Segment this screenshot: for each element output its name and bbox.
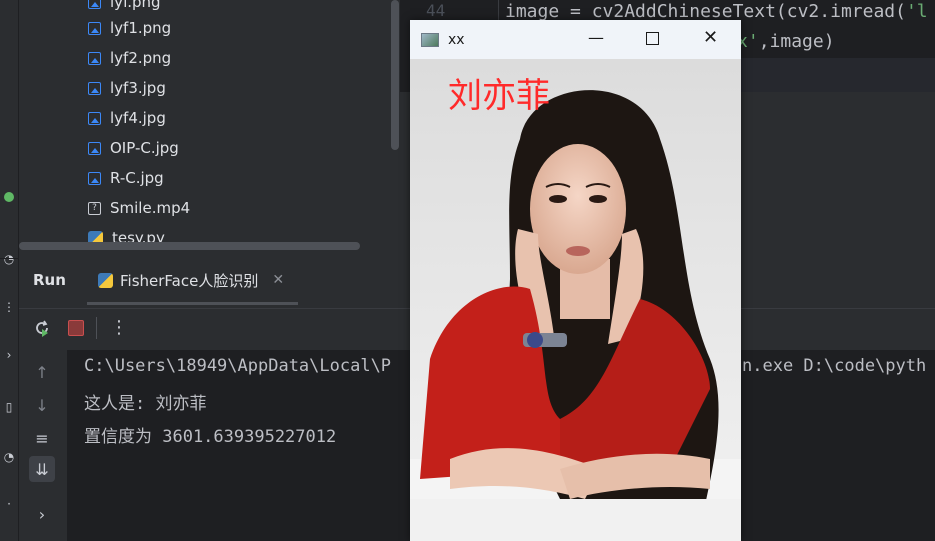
stop-icon[interactable] <box>68 320 84 336</box>
window-app-icon <box>421 32 439 47</box>
minimize-icon[interactable]: — <box>588 28 604 47</box>
file-name: lyf4.jpg <box>110 109 166 127</box>
line-number: 44 <box>426 1 446 20</box>
expand-icon[interactable]: › <box>29 501 55 527</box>
image-file-icon <box>88 111 101 125</box>
overlay-label: 刘亦菲 <box>448 76 550 116</box>
tree-item-file[interactable]: OIP-C.jpg <box>88 133 179 163</box>
soft-wrap-icon[interactable]: ≡ <box>29 425 55 451</box>
portrait-image <box>410 59 741 541</box>
file-name: lyf1.png <box>110 19 172 37</box>
scroll-down-icon[interactable]: ↓ <box>29 392 55 418</box>
image-file-icon <box>88 171 101 185</box>
tool-window-strip: ◔ ⋮ › ▯ ◔ · <box>0 0 19 541</box>
structure-icon[interactable]: ⋮ <box>0 298 18 316</box>
file-name: Smile.mp4 <box>110 199 191 217</box>
code-text: image = cv2AddChineseText(cv2.imread( <box>505 1 906 22</box>
code-text: ,image) <box>758 31 835 52</box>
python-icon <box>98 272 113 288</box>
code-string: 'l <box>905 1 928 22</box>
terminal-icon[interactable]: ▯ <box>0 398 18 416</box>
file-name: lyf.png <box>110 0 161 11</box>
more-icon[interactable]: · <box>0 495 18 513</box>
tree-item-file[interactable]: lyf1.png <box>88 13 171 43</box>
image-file-icon <box>88 81 101 95</box>
tree-item-file[interactable]: lyf4.jpg <box>88 103 166 133</box>
scroll-up-icon[interactable]: ↑ <box>29 359 55 385</box>
file-name: OIP-C.jpg <box>110 139 179 157</box>
tab-run-config[interactable]: FisherFace人脸识别 ✕ <box>98 268 284 292</box>
more-options-icon[interactable]: ⋮ <box>110 317 128 338</box>
file-name: lyf2.png <box>110 49 172 67</box>
code-line: x',image) <box>737 31 835 52</box>
tree-item-file[interactable]: lyf3.jpg <box>88 73 166 103</box>
image-window-titlebar[interactable]: xx — ✕ <box>410 20 741 59</box>
play-icon[interactable]: › <box>0 346 18 364</box>
problems-icon[interactable]: ◔ <box>0 448 18 466</box>
vertical-scrollbar[interactable] <box>391 0 399 150</box>
image-file-icon <box>88 0 101 9</box>
tree-item-file[interactable]: ? Smile.mp4 <box>88 193 190 223</box>
file-name: lyf3.jpg <box>110 79 166 97</box>
console-line-tail: n.exe D:\code\pyth <box>742 356 927 376</box>
file-name: R-C.jpg <box>110 169 164 187</box>
toolbar-separator <box>96 317 97 339</box>
rerun-icon[interactable] <box>32 318 52 338</box>
tree-item-file[interactable]: R-C.jpg <box>88 163 164 193</box>
active-tab-indicator <box>87 302 298 305</box>
close-icon[interactable]: ✕ <box>703 27 718 48</box>
console-line: C:\Users\18949\AppData\Local\P <box>84 356 392 376</box>
console-line: 置信度为 3601.639395227012 <box>84 427 337 447</box>
horizontal-scrollbar[interactable] <box>19 242 360 250</box>
console-line: 这人是: 刘亦菲 <box>84 394 207 414</box>
unknown-file-icon: ? <box>88 201 101 215</box>
tree-item-file[interactable]: lyf2.png <box>88 43 171 73</box>
image-file-icon <box>88 51 101 65</box>
bookmark-icon[interactable]: ◔ <box>0 250 18 268</box>
image-file-icon <box>88 21 101 35</box>
close-tab-icon[interactable]: ✕ <box>272 272 284 288</box>
run-title: Run <box>33 271 66 289</box>
code-line: image = cv2AddChineseText(cv2.imread('l <box>505 1 928 22</box>
project-tree <box>19 0 399 248</box>
window-title: xx <box>448 31 465 48</box>
image-file-icon <box>88 141 101 155</box>
tab-label: FisherFace人脸识别 <box>120 271 259 290</box>
commit-icon[interactable] <box>0 190 18 208</box>
scroll-to-end-icon[interactable]: ⇊ <box>29 456 55 482</box>
maximize-icon[interactable] <box>646 32 659 45</box>
